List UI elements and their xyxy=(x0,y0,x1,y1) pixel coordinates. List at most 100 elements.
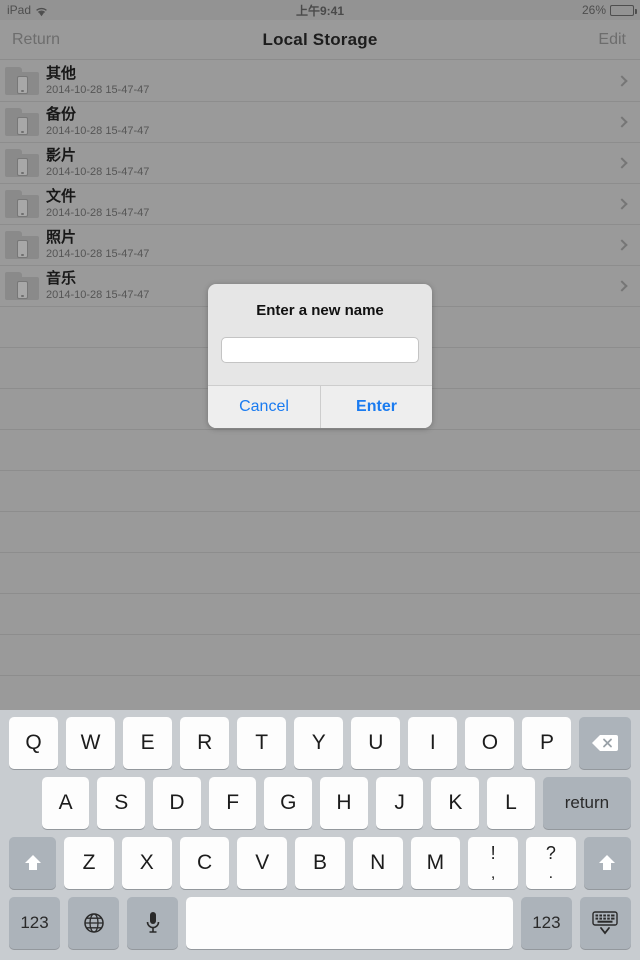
chevron-right-icon xyxy=(616,198,628,210)
keyboard-row-2: A S D F G H J K Lreturn xyxy=(0,775,640,831)
key-o[interactable]: O xyxy=(465,717,515,769)
keyboard-row-4: 123 123 xyxy=(0,895,640,951)
key-c[interactable]: C xyxy=(179,837,230,889)
shift-key-right[interactable] xyxy=(583,837,631,889)
key-s[interactable]: S xyxy=(97,777,146,829)
return-key[interactable]: return xyxy=(542,777,632,829)
key-exclamation-comma[interactable]: !, xyxy=(468,837,518,889)
row-subtitle: 2014-10-28 15-47-47 xyxy=(46,207,150,219)
status-bar-clock: 上午9:41 xyxy=(295,3,345,18)
row-text: 影片 2014-10-28 15-47-47 xyxy=(46,147,149,179)
shift-icon xyxy=(596,852,618,874)
backspace-key[interactable] xyxy=(579,717,631,769)
row-subtitle: 2014-10-28 15-47-47 xyxy=(46,84,150,96)
key-k[interactable]: K xyxy=(431,777,480,829)
status-bar: iPad 上午9:41 26% xyxy=(0,0,640,20)
row-text: 音乐 2014-10-28 15-47-47 xyxy=(46,270,149,302)
folder-device-icon xyxy=(5,231,39,259)
key-h[interactable]: H xyxy=(320,777,368,829)
row-text: 照片 2014-10-28 15-47-47 xyxy=(46,229,149,261)
keyboard-row2-spacer xyxy=(9,777,34,829)
globe-key[interactable] xyxy=(68,897,120,949)
microphone-icon xyxy=(144,910,162,936)
key-b[interactable]: B xyxy=(295,837,345,889)
row-text: 文件 2014-10-28 15-47-47 xyxy=(46,188,149,220)
chevron-right-icon xyxy=(616,280,628,292)
battery-icon xyxy=(610,4,637,16)
row-text: 其他 2014-10-28 15-47-47 xyxy=(46,65,149,97)
key-dual-label: ?. xyxy=(545,843,556,882)
chevron-right-icon xyxy=(616,116,628,128)
key-u[interactable]: U xyxy=(351,717,401,769)
table-row-empty xyxy=(0,512,640,553)
key-e[interactable]: E xyxy=(123,717,173,769)
keyboard-row-3: Z X C V B N M!,?. xyxy=(0,835,640,891)
table-row-empty xyxy=(0,635,640,676)
key-f[interactable]: F xyxy=(208,777,257,829)
table-row-empty xyxy=(0,430,640,471)
key-w[interactable]: W xyxy=(66,717,116,769)
key-z[interactable]: Z xyxy=(64,837,114,889)
numeric-key-left[interactable]: 123 xyxy=(9,897,61,949)
cancel-button[interactable]: Cancel xyxy=(208,386,320,428)
key-t[interactable]: T xyxy=(237,717,287,769)
key-q[interactable]: Q xyxy=(9,717,59,769)
table-row[interactable]: 文件 2014-10-28 15-47-47 xyxy=(0,184,640,225)
key-d[interactable]: D xyxy=(153,777,201,829)
key-x[interactable]: X xyxy=(121,837,172,889)
page-title: Local Storage xyxy=(262,29,378,49)
key-v[interactable]: V xyxy=(237,837,288,889)
back-button[interactable]: Return xyxy=(12,31,60,49)
key-p[interactable]: P xyxy=(522,717,572,769)
row-text: 备份 2014-10-28 15-47-47 xyxy=(46,106,149,138)
status-bar-right: 26% xyxy=(581,3,637,17)
key-l[interactable]: L xyxy=(487,777,535,829)
key-j[interactable]: J xyxy=(375,777,424,829)
new-name-input[interactable] xyxy=(221,337,419,363)
onscreen-keyboard[interactable]: QWERTYUIOP A S D F G H J K Lreturn Z X C V B N M!,?. 1… xyxy=(0,710,640,960)
battery-percent-label: 26% xyxy=(581,3,606,17)
key-question-period[interactable]: ?. xyxy=(525,837,576,889)
ipad-screen: iPad 上午9:41 26% Return Local Storage Edi… xyxy=(0,0,640,960)
table-row[interactable]: 备份 2014-10-28 15-47-47 xyxy=(0,102,640,143)
backspace-icon xyxy=(591,733,619,753)
numeric-key-right[interactable]: 123 xyxy=(520,897,572,949)
row-title: 照片 xyxy=(46,229,77,246)
shift-key-left[interactable] xyxy=(9,837,57,889)
key-a[interactable]: A xyxy=(41,777,90,829)
space-key[interactable] xyxy=(186,897,513,949)
folder-device-icon xyxy=(5,190,39,218)
key-g[interactable]: G xyxy=(264,777,313,829)
key-m[interactable]: M xyxy=(410,837,461,889)
key-y[interactable]: Y xyxy=(294,717,344,769)
folder-device-icon xyxy=(5,272,39,300)
table-row-empty xyxy=(0,594,640,635)
row-subtitle: 2014-10-28 15-47-47 xyxy=(46,248,150,260)
enter-button[interactable]: Enter xyxy=(320,386,432,428)
rename-alert-dialog: Enter a new name Cancel Enter xyxy=(208,284,432,428)
folder-device-icon xyxy=(5,149,39,177)
table-row[interactable]: 其他 2014-10-28 15-47-47 xyxy=(0,61,640,102)
chevron-right-icon xyxy=(616,75,628,87)
chevron-right-icon xyxy=(616,157,628,169)
key-r[interactable]: R xyxy=(180,717,230,769)
row-subtitle: 2014-10-28 15-47-47 xyxy=(46,166,150,178)
row-title: 音乐 xyxy=(46,270,77,287)
table-row-empty xyxy=(0,553,640,594)
row-subtitle: 2014-10-28 15-47-47 xyxy=(46,125,150,137)
edit-button[interactable]: Edit xyxy=(598,31,626,49)
key-i[interactable]: I xyxy=(408,717,458,769)
dictation-key[interactable] xyxy=(127,897,179,949)
row-subtitle: 2014-10-28 15-47-47 xyxy=(46,289,150,301)
folder-device-icon xyxy=(5,67,39,95)
hide-keyboard-icon xyxy=(590,910,620,936)
alert-button-row: Cancel Enter xyxy=(208,385,432,428)
table-row[interactable]: 照片 2014-10-28 15-47-47 xyxy=(0,225,640,266)
key-n[interactable]: N xyxy=(352,837,403,889)
hide-keyboard-key[interactable] xyxy=(579,897,631,949)
globe-icon xyxy=(82,911,106,935)
row-title: 其他 xyxy=(46,65,77,82)
table-row[interactable]: 影片 2014-10-28 15-47-47 xyxy=(0,143,640,184)
folder-device-icon xyxy=(5,108,39,136)
shift-icon xyxy=(22,852,44,874)
